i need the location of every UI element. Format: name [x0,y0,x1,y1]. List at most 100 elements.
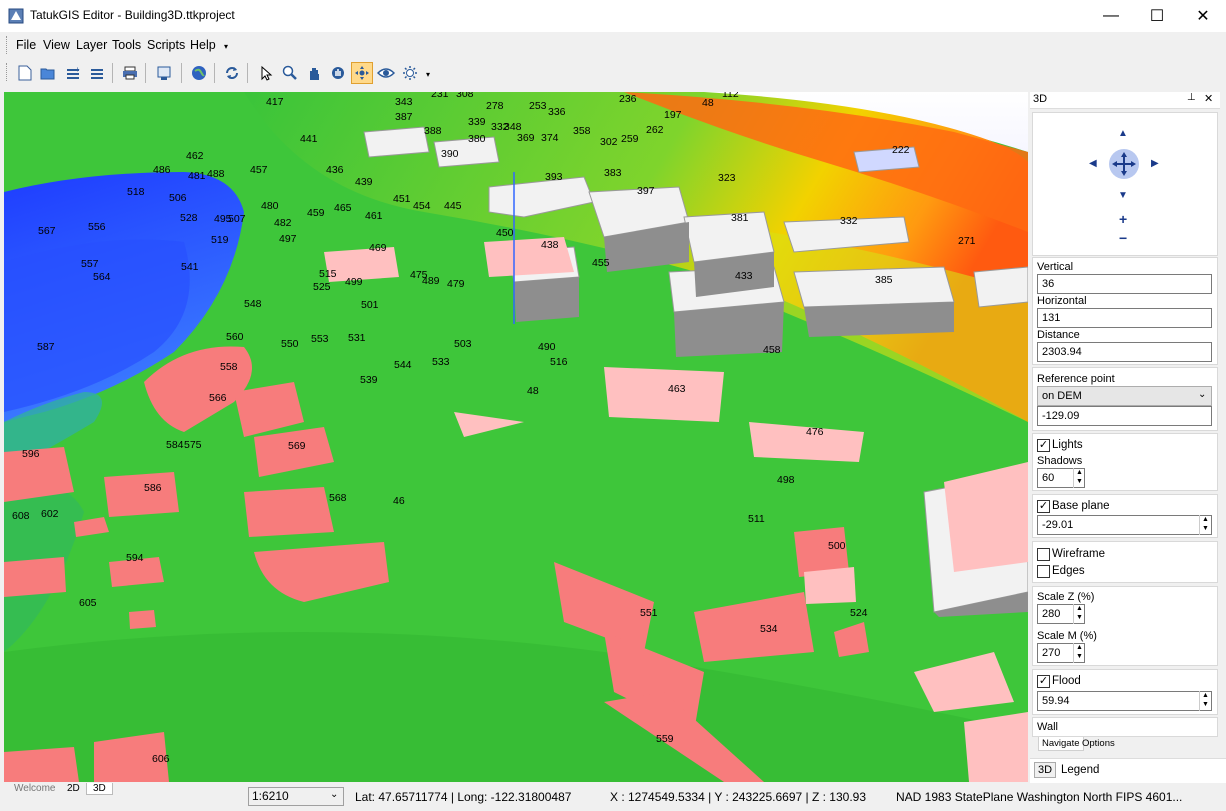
building-label: 602 [41,508,59,520]
reference-point-select[interactable]: on DEM [1037,386,1212,406]
open-project-icon[interactable] [37,62,59,84]
pan-icon[interactable] [303,62,325,84]
menu-layer[interactable]: Layer [76,38,107,52]
toolbar-separator [247,63,248,83]
zoom-icon[interactable] [279,62,301,84]
chevron-down-icon[interactable]: ⌄ [1198,389,1206,400]
flood-label: Flood [1052,675,1081,687]
building-label: 506 [169,192,187,204]
building-label: 500 [828,540,846,552]
print-icon[interactable] [119,62,141,84]
lights-label: Lights [1052,439,1083,451]
building-label: 606 [152,753,170,765]
building-label: 436 [326,164,344,176]
nav-right-arrow-icon[interactable]: ▶ [1151,158,1159,169]
window-title: TatukGIS Editor - Building3D.ttkproject [30,8,235,22]
menubar-overflow-icon[interactable]: ▾ [224,42,228,51]
globe-icon[interactable] [188,62,210,84]
pin-icon[interactable]: ⊥ [1187,92,1196,103]
nav-center-icon[interactable] [1108,148,1140,180]
menubar-grip[interactable] [6,36,10,54]
close-button[interactable]: ✕ [1180,0,1226,32]
shadows-label: Shadows [1037,455,1083,467]
building-label: 594 [126,552,144,564]
nav-left-arrow-icon[interactable]: ◀ [1089,158,1097,169]
zoom-in-button[interactable]: + [1119,211,1127,227]
baseplane-checkbox[interactable]: ✓ [1037,500,1050,513]
building-label: 308 [456,92,474,100]
refresh-icon[interactable] [221,62,243,84]
building-label: 528 [180,212,198,224]
shadows-spinner[interactable]: ▲ ▼ [1073,468,1085,488]
reference-point-input[interactable]: -129.09 [1037,406,1212,426]
bottom-tab-3d[interactable]: 3D [1034,762,1057,778]
tab-welcome[interactable]: Welcome [14,783,56,794]
eye-icon[interactable] [375,62,397,84]
panel-close-button[interactable]: ✕ [1204,92,1213,105]
building-label: 259 [621,133,639,145]
terrain-render [4,92,1028,782]
scale-chevron-down-icon[interactable]: ⌄ [330,789,338,800]
tab-2d[interactable]: 2D [67,783,80,794]
bottom-tab-legend[interactable]: Legend [1061,764,1099,776]
toolbar-separator [145,63,146,83]
zoom-out-button[interactable]: − [1119,230,1127,246]
minimize-button[interactable]: — [1088,0,1134,32]
building-label: 445 [444,200,462,212]
remove-layer-icon[interactable] [86,62,108,84]
toolbar-overflow-icon[interactable]: ▾ [426,70,430,79]
wireframe-checkbox[interactable] [1037,548,1050,561]
building-label: 48 [527,385,539,397]
new-project-icon[interactable] [14,62,36,84]
building-label: 457 [250,164,268,176]
flood-spinner[interactable]: ▲ ▼ [1199,691,1211,711]
building-label: 358 [573,125,591,137]
building-label: 253 [529,100,547,112]
nav-down-arrow-icon[interactable]: ▼ [1118,190,1128,201]
flood-input[interactable]: 59.94 [1037,691,1212,711]
distance-input[interactable]: 2303.94 [1037,342,1212,362]
building-label: 556 [88,221,106,233]
vertical-label: Vertical [1037,261,1074,273]
maximize-button[interactable]: ☐ [1134,0,1180,32]
toolbar-grip[interactable] [6,63,10,81]
menu-scripts[interactable]: Scripts [147,38,185,52]
horizontal-input[interactable]: 131 [1037,308,1212,328]
menu-help[interactable]: Help [190,38,216,52]
tab-navigate[interactable]: Navigate [1038,737,1084,751]
building-label: 397 [637,185,655,197]
building-label: 46 [393,495,405,507]
hand-3d-icon[interactable] [327,62,349,84]
building-label: 567 [38,225,56,237]
menu-tools[interactable]: Tools [112,38,141,52]
map-3d-viewport[interactable]: 417 343 231 308 278 253 236 112 48 387 3… [4,92,1028,782]
export-icon[interactable] [153,62,175,84]
navigate-3d-icon[interactable] [351,62,373,84]
edges-checkbox[interactable] [1037,565,1050,578]
building-label: 548 [244,298,262,310]
building-label: 551 [640,607,658,619]
vertical-input[interactable]: 36 [1037,274,1212,294]
building-label: 531 [348,332,366,344]
baseplane-spinner[interactable]: ▲ ▼ [1199,515,1211,535]
toolbar-separator [214,63,215,83]
scale-m-spinner[interactable]: ▲ ▼ [1073,643,1085,663]
nav-up-arrow-icon[interactable]: ▲ [1118,128,1128,139]
baseplane-input[interactable]: -29.01 [1037,515,1212,535]
select-icon[interactable] [255,62,277,84]
building-label: 339 [468,116,486,128]
building-label: 511 [748,513,765,525]
building-label: 515 [319,268,337,280]
add-layer-icon[interactable]: + [62,62,84,84]
menu-view[interactable]: View [43,38,70,52]
lights-checkbox[interactable]: ✓ [1037,439,1050,452]
scale-z-spinner[interactable]: ▲ ▼ [1073,604,1085,624]
flood-checkbox[interactable]: ✓ [1037,675,1050,688]
scale-value: 1:6210 [252,789,289,803]
menu-file[interactable]: File [16,38,36,52]
tab-3d[interactable]: 3D [86,783,113,795]
light-icon[interactable] [399,62,421,84]
tab-options[interactable]: Options [1082,738,1115,749]
baseplane-label: Base plane [1052,500,1110,512]
building-label: 476 [806,426,824,438]
